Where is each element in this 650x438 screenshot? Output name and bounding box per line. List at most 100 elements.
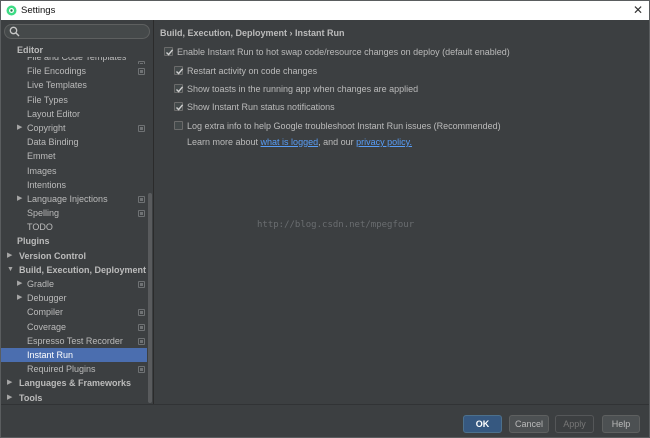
- chevron-right-icon[interactable]: ▶: [17, 192, 22, 206]
- checkbox-unchecked[interactable]: [174, 121, 183, 130]
- chevron-down-icon[interactable]: ▼: [7, 263, 14, 277]
- sidebar-item-label: Debugger: [27, 293, 67, 304]
- sidebar-item-coverage[interactable]: Coverage: [1, 320, 147, 334]
- option-label: Restart activity on code changes: [187, 66, 318, 76]
- sidebar-item-languages-frameworks[interactable]: ▶ Languages & Frameworks: [1, 376, 147, 390]
- checkbox-checked[interactable]: [164, 47, 174, 56]
- checkmark-icon: [176, 68, 184, 75]
- sidebar-item-label: Live Templates: [27, 80, 87, 91]
- sidebar-scrollbar[interactable]: [147, 43, 153, 403]
- sidebar-item-required-plugins[interactable]: Required Plugins: [1, 362, 147, 376]
- option-label: Log extra info to help Google troublesho…: [187, 121, 501, 131]
- dialog-footer: OK Cancel Apply Help: [1, 404, 649, 437]
- chevron-right-icon[interactable]: ▶: [17, 121, 22, 135]
- privacy-policy-link[interactable]: privacy policy.: [356, 137, 412, 147]
- checkmark-icon: [176, 104, 184, 111]
- sidebar-item-file-and-code-templates[interactable]: File and Code Templates: [1, 57, 147, 65]
- project-settings-icon: [138, 210, 145, 218]
- sidebar-item-gradle[interactable]: ▶ Gradle: [1, 277, 147, 291]
- project-settings-icon: [138, 281, 145, 288]
- chevron-right-icon[interactable]: ▶: [17, 291, 22, 305]
- learn-more-prefix: Learn more about: [187, 137, 261, 147]
- sidebar-item-language-injections[interactable]: ▶ Language Injections: [1, 192, 147, 206]
- sidebar-item-label: Emmet: [27, 151, 56, 162]
- learn-more-text: Learn more about what is logged, and our…: [187, 137, 412, 147]
- sidebar-item-label: Tools: [19, 392, 43, 403]
- sidebar-item-editor[interactable]: Editor: [1, 43, 147, 57]
- scrollbar-thumb[interactable]: [148, 193, 152, 403]
- sidebar-item-instant-run[interactable]: Instant Run: [1, 347, 147, 363]
- search-icon: [9, 26, 20, 37]
- sidebar-item-label: Layout Editor: [27, 108, 81, 119]
- sidebar-item-label: Images: [27, 165, 57, 176]
- instant-run-panel: Build, Execution, Deployment › Instant R…: [155, 20, 649, 404]
- title-bar: Settings ✕: [1, 1, 649, 20]
- project-settings-icon: [138, 366, 145, 374]
- sidebar-item-copyright[interactable]: ▶ Copyright: [1, 121, 147, 135]
- option-label: Show Instant Run status notifications: [187, 102, 335, 112]
- project-settings-icon: [138, 337, 145, 345]
- android-studio-icon: [6, 5, 17, 16]
- option-label: Enable Instant Run to hot swap code/reso…: [177, 47, 510, 57]
- sidebar-item-label: Espresso Test Recorder: [27, 335, 123, 346]
- sidebar-item-label: TODO: [27, 222, 53, 233]
- help-button[interactable]: Help: [602, 415, 640, 433]
- cancel-button[interactable]: Cancel: [509, 415, 549, 433]
- sidebar-item-label: Required Plugins: [27, 364, 96, 375]
- sidebar-item-label: Intentions: [27, 179, 67, 190]
- checkbox-checked[interactable]: [174, 102, 184, 111]
- sidebar-item-live-templates[interactable]: Live Templates: [1, 78, 147, 92]
- sidebar-item-intentions[interactable]: Intentions: [1, 178, 147, 192]
- sidebar-item-label: File and Code Templates: [27, 57, 127, 63]
- sidebar-item-build-execution-deployment[interactable]: ▼ Build, Execution, Deployment: [1, 263, 147, 277]
- sidebar-item-debugger[interactable]: ▶ Debugger: [1, 291, 147, 305]
- sidebar-item-file-encodings[interactable]: File Encodings: [1, 64, 147, 78]
- sidebar-item-tools[interactable]: ▶ Tools: [1, 391, 147, 405]
- chevron-right-icon[interactable]: ▶: [7, 376, 12, 390]
- sidebar-item-spelling[interactable]: Spelling: [1, 206, 147, 220]
- project-settings-icon: [138, 195, 145, 203]
- sidebar-item-plugins[interactable]: Plugins: [1, 234, 147, 248]
- project-settings-icon: [138, 68, 145, 76]
- sidebar-item-data-binding[interactable]: Data Binding: [1, 135, 147, 149]
- learn-more-middle: , and our: [318, 137, 357, 147]
- sidebar-item-file-types[interactable]: File Types: [1, 93, 147, 107]
- project-settings-icon: [138, 309, 145, 317]
- breadcrumb: Build, Execution, Deployment › Instant R…: [160, 28, 345, 38]
- sidebar-item-label: Plugins: [17, 236, 50, 247]
- sidebar-item-espresso-test-recorder[interactable]: Espresso Test Recorder: [1, 334, 147, 348]
- search-input[interactable]: [4, 24, 150, 39]
- sidebar-item-label: Languages & Frameworks: [19, 378, 132, 389]
- sidebar-item-emmet[interactable]: Emmet: [1, 149, 147, 163]
- ok-button[interactable]: OK: [463, 415, 502, 433]
- project-settings-icon: [138, 124, 145, 132]
- checkmark-icon: [166, 49, 174, 56]
- sidebar-item-label: Data Binding: [27, 137, 79, 148]
- checkbox-checked[interactable]: [174, 84, 184, 93]
- sidebar-item-label: Compiler: [27, 307, 64, 318]
- sidebar-item-label: Spelling: [27, 208, 60, 219]
- checkbox-checked[interactable]: [174, 66, 184, 75]
- window-title: Settings: [21, 5, 56, 16]
- sidebar-item-images[interactable]: Images: [1, 164, 147, 178]
- settings-tree: Editor File and Code Templates File Encodi…: [1, 43, 147, 404]
- sidebar-item-label: Instant Run: [27, 349, 74, 360]
- settings-sidebar: Editor File and Code Templates File Encodi…: [1, 20, 154, 404]
- close-icon[interactable]: ✕: [633, 3, 643, 17]
- sidebar-item-label: Editor: [17, 45, 43, 55]
- sidebar-item-label: File Encodings: [27, 66, 87, 77]
- apply-button[interactable]: Apply: [555, 415, 594, 433]
- chevron-right-icon[interactable]: ▶: [17, 277, 22, 291]
- sidebar-item-compiler[interactable]: Compiler: [1, 305, 147, 319]
- checkmark-icon: [176, 86, 184, 93]
- sidebar-item-version-control[interactable]: ▶ Version Control: [1, 249, 147, 263]
- settings-dialog: Settings ✕ Editor File and Code Templates…: [0, 0, 650, 438]
- sidebar-item-label: File Types: [27, 94, 68, 105]
- sidebar-item-label: Language Injections: [27, 193, 108, 204]
- option-label: Show toasts in the running app when chan…: [187, 84, 419, 94]
- chevron-right-icon[interactable]: ▶: [7, 249, 12, 263]
- sidebar-item-layout-editor[interactable]: Layout Editor: [1, 107, 147, 121]
- sidebar-item-todo[interactable]: TODO: [1, 220, 147, 234]
- chevron-right-icon[interactable]: ▶: [7, 391, 12, 405]
- what-is-logged-link[interactable]: what is logged: [261, 137, 319, 147]
